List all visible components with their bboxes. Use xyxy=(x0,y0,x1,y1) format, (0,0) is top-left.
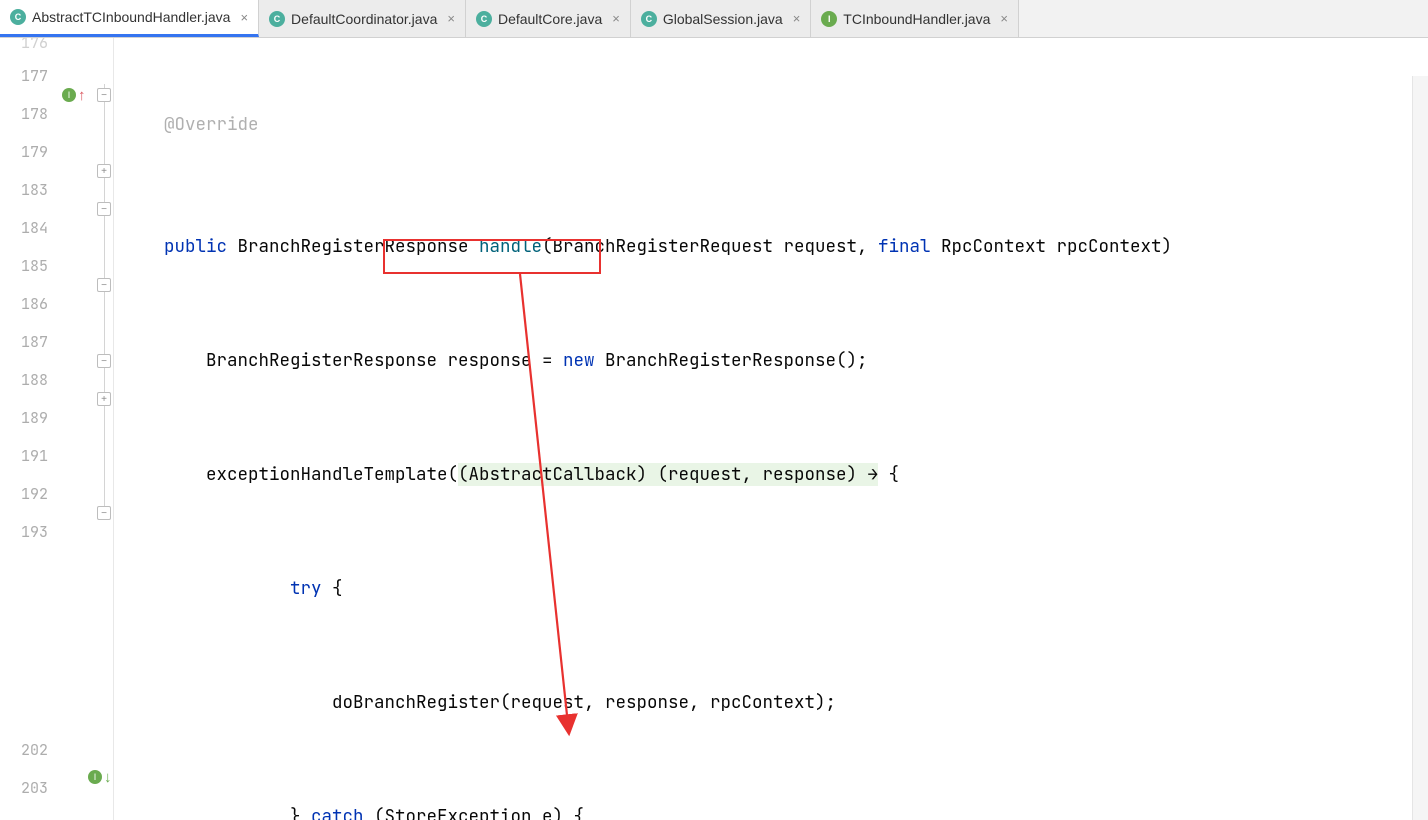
code-line: } catch (StoreException e) { xyxy=(114,798,1428,820)
fold-toggle[interactable]: + xyxy=(97,392,111,406)
fold-toggle[interactable]: − xyxy=(97,506,111,520)
fold-toggle[interactable]: + xyxy=(97,164,111,178)
tab-abstract-tc-inbound[interactable]: C AbstractTCInboundHandler.java × xyxy=(0,0,259,37)
code-line: public BranchRegisterResponse handle(Bra… xyxy=(114,228,1428,266)
tab-bar: C AbstractTCInboundHandler.java × C Defa… xyxy=(0,0,1428,38)
class-icon: C xyxy=(269,11,285,27)
code-line: exceptionHandleTemplate((AbstractCallbac… xyxy=(114,456,1428,494)
tab-global-session[interactable]: C GlobalSession.java × xyxy=(631,0,811,37)
code-line: doBranchRegister(request, response, rpcC… xyxy=(114,684,1428,722)
code-editor[interactable]: @Override public BranchRegisterResponse … xyxy=(114,38,1428,820)
tab-label: AbstractTCInboundHandler.java xyxy=(32,9,230,25)
tab-default-core[interactable]: C DefaultCore.java × xyxy=(466,0,631,37)
fold-toggle[interactable]: − xyxy=(97,202,111,216)
class-icon: C xyxy=(476,11,492,27)
scrollbar[interactable] xyxy=(1412,76,1428,820)
code-line: BranchRegisterResponse response = new Br… xyxy=(114,342,1428,380)
fold-toggle[interactable]: − xyxy=(97,88,111,102)
close-icon[interactable]: × xyxy=(612,11,620,26)
tab-label: GlobalSession.java xyxy=(663,11,783,27)
close-icon[interactable]: × xyxy=(1000,11,1008,26)
fold-toggle[interactable]: − xyxy=(97,354,111,368)
close-icon[interactable]: × xyxy=(447,11,455,26)
class-icon: C xyxy=(10,9,26,25)
implements-icon: I xyxy=(62,88,76,102)
arrow-up-icon: ↑ xyxy=(78,87,86,104)
tab-label: DefaultCore.java xyxy=(498,11,602,27)
tab-label: TCInboundHandler.java xyxy=(843,11,990,27)
interface-icon: I xyxy=(821,11,837,27)
code-line: @Override xyxy=(114,106,1428,144)
fold-guide xyxy=(104,84,105,512)
class-icon: C xyxy=(641,11,657,27)
close-icon[interactable]: × xyxy=(793,11,801,26)
arrow-down-icon: ↓ xyxy=(104,769,112,786)
fold-toggle[interactable]: − xyxy=(97,278,111,292)
marker-gutter: I↑ − + − − − + − I↓ xyxy=(58,38,114,820)
implements-icon: I xyxy=(88,770,102,784)
code-line: try { xyxy=(114,570,1428,608)
tab-tc-inbound-handler[interactable]: I TCInboundHandler.java × xyxy=(811,0,1019,37)
tab-default-coordinator[interactable]: C DefaultCoordinator.java × xyxy=(259,0,466,37)
close-icon[interactable]: × xyxy=(240,10,248,25)
tab-label: DefaultCoordinator.java xyxy=(291,11,437,27)
editor-area: 1761771781791831841851861871881891911921… xyxy=(0,38,1428,820)
line-number-gutter: 1761771781791831841851861871881891911921… xyxy=(0,38,58,820)
